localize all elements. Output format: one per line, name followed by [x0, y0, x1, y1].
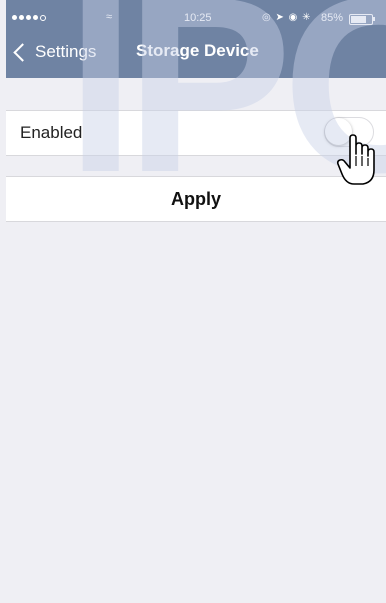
- battery-tip: [373, 17, 375, 21]
- enabled-row: Enabled: [6, 110, 386, 156]
- apply-button[interactable]: Apply: [6, 176, 386, 222]
- battery-percent: 85%: [321, 12, 344, 24]
- nav-header: ≈ 10:25 ◎ ➤ ◉ ✳ 85% Settings Storage Dev…: [6, 0, 386, 78]
- page-title: Storage Device: [136, 41, 259, 60]
- signal-icon: [12, 15, 46, 21]
- status-icons: ◎ ➤ ◉ ✳: [262, 12, 312, 23]
- back-button-label: Settings: [35, 42, 97, 61]
- wifi-icon: ≈: [106, 11, 113, 23]
- status-bar: ≈ 10:25 ◎ ➤ ◉ ✳ 85%: [6, 11, 386, 28]
- hand-cursor-icon: [336, 134, 375, 185]
- enabled-label: Enabled: [20, 123, 83, 142]
- status-time: 10:25: [184, 12, 212, 24]
- screen: ≈ 10:25 ◎ ➤ ◉ ✳ 85% Settings Storage Dev…: [6, 0, 386, 603]
- battery-icon: [349, 14, 373, 25]
- chevron-left-icon: [13, 42, 32, 62]
- back-button[interactable]: Settings: [10, 40, 96, 64]
